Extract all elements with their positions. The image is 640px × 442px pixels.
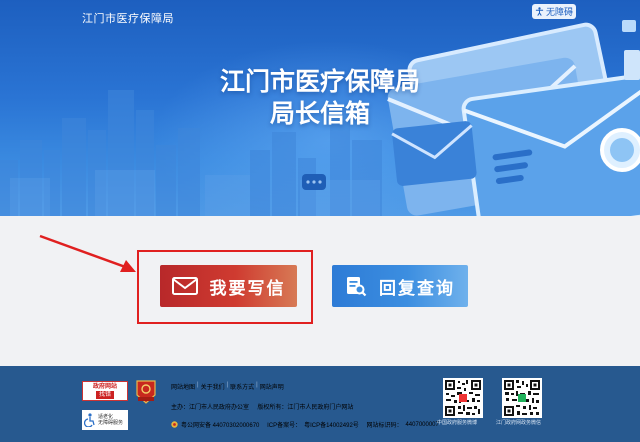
footer-link-contact[interactable]: 联系方式: [230, 382, 254, 391]
qr-code-wechat: [502, 378, 542, 418]
hero-title-line1: 江门市医疗保障局: [219, 68, 420, 96]
footer-link-statement[interactable]: 网站声明: [260, 382, 284, 391]
write-letter-label: 我要写信: [209, 278, 286, 298]
reply-query-label: 回复查询: [379, 278, 455, 298]
accessibility-button[interactable]: 无障碍: [532, 4, 576, 19]
footer-record-info: 粤公网安备 44070302000670 ICP备案号： 粤ICP备1400249…: [171, 420, 439, 429]
accessibility-wheelchair-icon: [84, 413, 95, 427]
envelope-icon: [171, 277, 198, 295]
elderly-friendly-service-badge[interactable]: 适老化 无障碍服务: [82, 410, 128, 430]
copyright-value: 江门市人民政府门户网站: [287, 405, 354, 411]
qr-code-weibo: [443, 378, 483, 418]
hero-title: 江门市医疗保障局 局长信箱: [200, 66, 440, 130]
site-title[interactable]: 江门市医疗保障局: [82, 10, 174, 26]
site-code-value: 4407000007: [405, 421, 439, 428]
footer-link-about[interactable]: 关于我们: [201, 382, 225, 391]
site-code-label: 网站标识码：: [366, 423, 403, 429]
accessibility-icon: [535, 7, 544, 16]
icp-label: ICP备案号：: [267, 423, 302, 429]
footer-host-info: 主办：江门市人民政府办公室 版权所有：江门市人民政府门户网站: [171, 402, 353, 411]
accessibility-label: 无障碍: [545, 7, 573, 17]
elder-badge-line2: 无障碍服务: [98, 420, 124, 426]
qr-caption-weibo: 中国政府服务微博: [437, 420, 478, 426]
copyright-label: 版权所有：: [257, 405, 288, 411]
host-label: 主办：: [171, 405, 190, 411]
gov-badge-line1: 政府网站: [92, 384, 117, 390]
hero-title-line2: 局长信箱: [269, 100, 370, 128]
gov-site-error-report-badge[interactable]: 政府网站 找错: [82, 381, 128, 401]
icp-value[interactable]: 粤ICP备14002492号: [304, 420, 359, 429]
document-search-icon: [347, 277, 367, 297]
host-value: 江门市人民政府办公室: [189, 405, 250, 411]
footer-links: 网站地图 | 关于我们 | 联系方式 | 网站声明: [171, 382, 284, 391]
qr-caption-wechat: 江门政府网政务微信: [496, 420, 542, 426]
reply-query-button[interactable]: 回复查询: [332, 265, 468, 307]
party-emblem-icon[interactable]: [134, 379, 158, 405]
hero-banner: 江门市医疗保障局 无障碍 江门市医疗保障局 局长信箱: [0, 0, 640, 216]
footer-link-sitemap[interactable]: 网站地图: [171, 382, 195, 391]
police-badge-icon: [171, 421, 178, 428]
red-arrow-annotation: [39, 234, 136, 272]
police-record[interactable]: 粤公网安备 44070302000670: [181, 420, 259, 429]
write-letter-button[interactable]: 我要写信: [160, 265, 297, 307]
gov-badge-line2: 找错: [95, 391, 114, 399]
